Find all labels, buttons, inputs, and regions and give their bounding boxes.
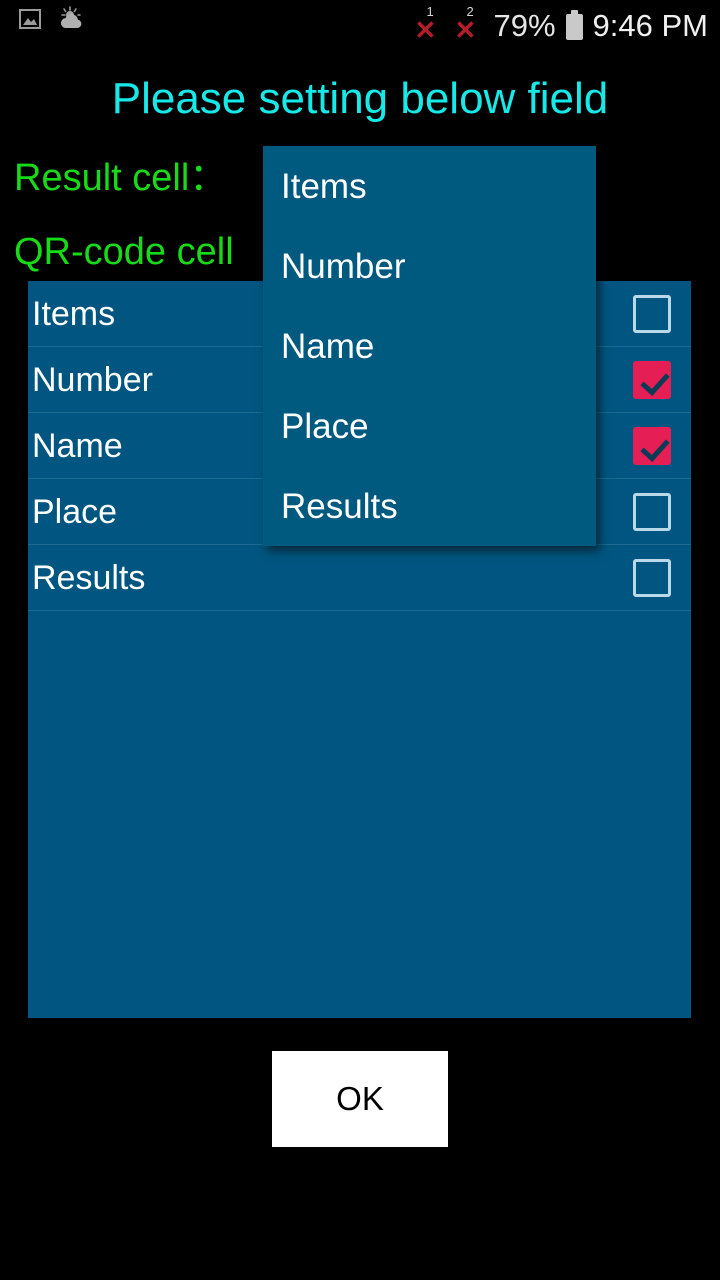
status-bar-right-status: 1 ✕ 2 ✕ 79% 9:46 PM [414,2,709,48]
ok-button[interactable]: OK [272,1051,448,1147]
dropdown-menu-item[interactable]: Place [263,386,596,466]
sim1-x-mark: ✕ [414,15,437,45]
list-item-label: Number [32,360,153,399]
image-icon [18,7,42,36]
dropdown-menu-item[interactable]: Items [263,146,596,226]
dropdown-menu-item[interactable]: Results [263,466,596,546]
row-checkbox[interactable] [633,492,671,531]
row-checkbox[interactable] [633,294,671,333]
list-item-label: Items [32,294,116,333]
qrcode-cell-label: QR-code cell [14,231,234,273]
status-bar-left-icons [18,6,86,37]
page-title: Please setting below field [111,74,609,123]
list-item-label: Results [32,558,146,597]
battery-icon [565,10,583,40]
sim1-no-signal-icon: 1 ✕ [414,5,444,45]
sim2-x-mark: ✕ [454,15,477,45]
list-item-label: Name [32,426,123,465]
result-cell-label: Result cell： [14,157,228,199]
clock: 9:46 PM [592,7,708,43]
row-checkbox[interactable] [633,426,671,465]
row-checkbox[interactable] [633,360,671,399]
weather-partly-cloudy-icon [56,6,86,37]
battery-percentage: 79% [493,7,556,43]
row-checkbox[interactable] [633,558,671,597]
cell-dropdown-popup[interactable]: Items Number Name Place Results [263,146,596,546]
status-bar: 1 ✕ 2 ✕ 79% 9:46 PM [0,0,720,52]
table-row[interactable]: Results [28,545,691,611]
dropdown-menu-item[interactable]: Name [263,306,596,386]
sim2-no-signal-icon: 2 ✕ [454,5,484,45]
dropdown-menu-item[interactable]: Number [263,226,596,306]
list-item-label: Place [32,492,118,531]
